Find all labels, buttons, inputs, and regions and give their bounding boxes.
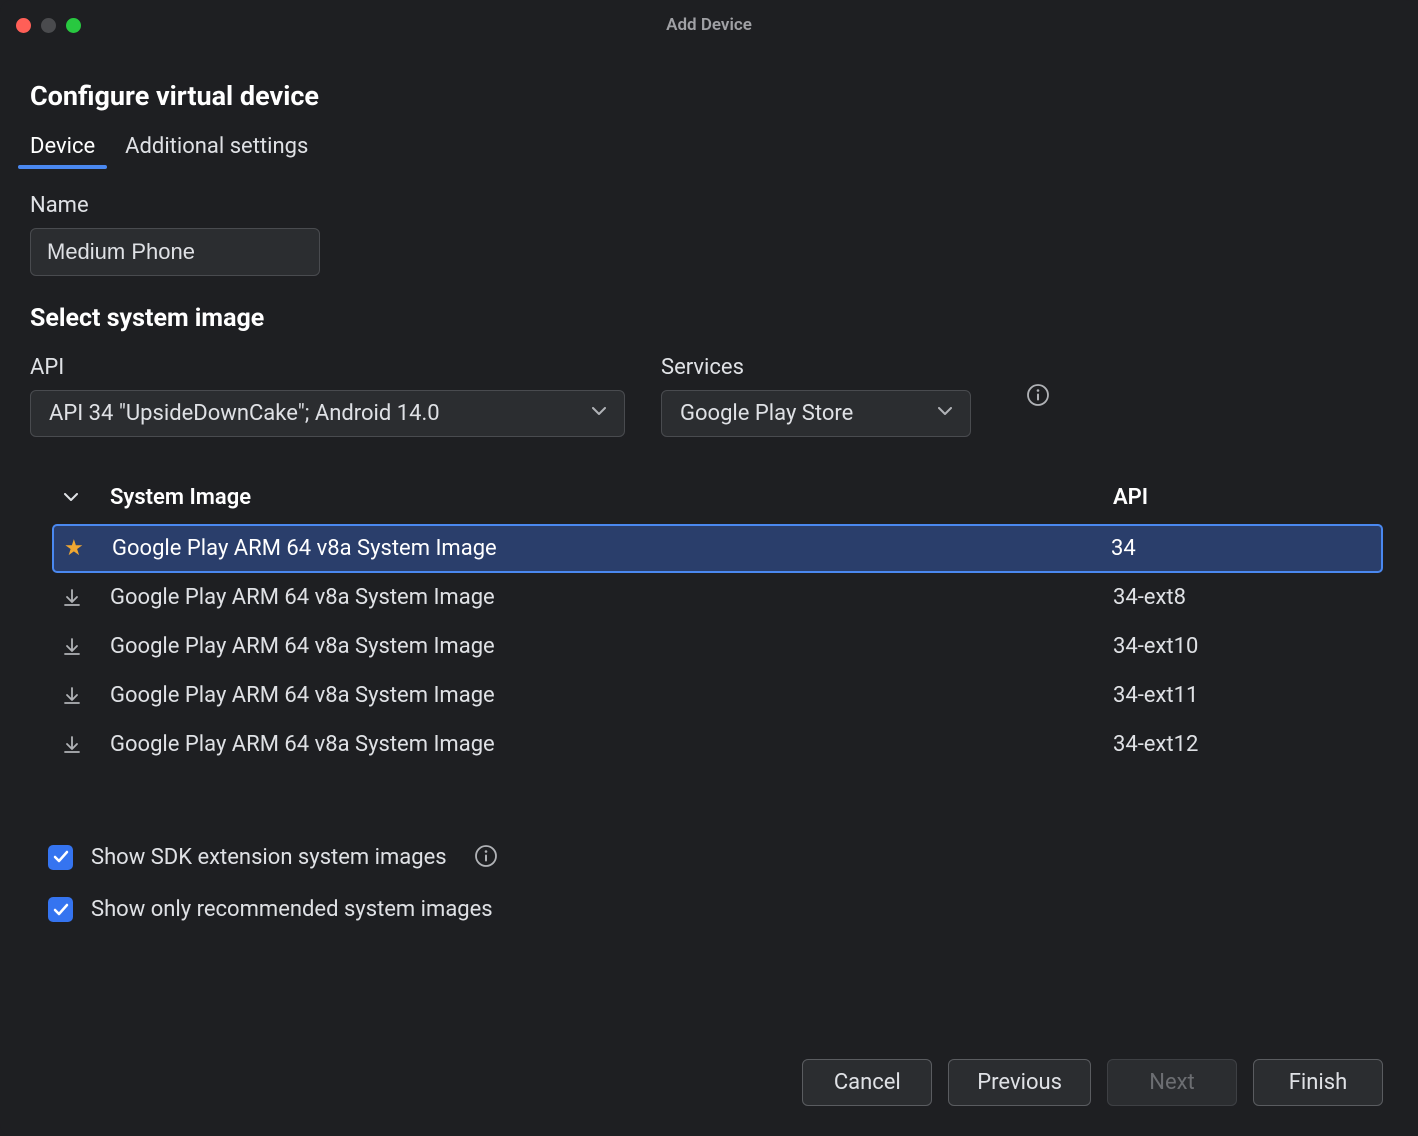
row-name: Google Play ARM 64 v8a System Image bbox=[110, 585, 1113, 610]
table-row[interactable]: Google Play ARM 64 v8a System Image 34-e… bbox=[52, 573, 1383, 622]
row-api: 34-ext10 bbox=[1113, 634, 1373, 659]
column-header-api[interactable]: API bbox=[1113, 485, 1373, 510]
titlebar: Add Device bbox=[0, 0, 1418, 50]
api-label: API bbox=[30, 355, 625, 380]
row-api: 34-ext8 bbox=[1113, 585, 1373, 610]
chevron-down-icon bbox=[592, 407, 606, 421]
select-group: API API 34 "UpsideDownCake"; Android 14.… bbox=[30, 355, 1383, 437]
previous-button[interactable]: Previous bbox=[948, 1059, 1091, 1106]
star-icon: ★ bbox=[64, 536, 84, 561]
row-name: Google Play ARM 64 v8a System Image bbox=[110, 634, 1113, 659]
name-label: Name bbox=[30, 193, 1383, 218]
next-button: Next bbox=[1107, 1059, 1237, 1106]
minimize-window-button[interactable] bbox=[41, 18, 56, 33]
table-row[interactable]: Google Play ARM 64 v8a System Image 34-e… bbox=[52, 671, 1383, 720]
table-header: System Image API bbox=[52, 477, 1383, 524]
table-row[interactable]: ★ Google Play ARM 64 v8a System Image 34 bbox=[52, 524, 1383, 573]
cancel-button[interactable]: Cancel bbox=[802, 1059, 932, 1106]
row-name: Google Play ARM 64 v8a System Image bbox=[110, 732, 1113, 757]
maximize-window-button[interactable] bbox=[66, 18, 81, 33]
system-image-table: System Image API ★ Google Play ARM 64 v8… bbox=[52, 477, 1383, 769]
services-label: Services bbox=[661, 355, 971, 380]
api-select[interactable]: API 34 "UpsideDownCake"; Android 14.0 bbox=[30, 390, 625, 437]
checkbox-label-extension: Show SDK extension system images bbox=[91, 845, 447, 870]
services-select-value: Google Play Store bbox=[680, 401, 853, 426]
tabs: Device Additional settings bbox=[30, 134, 1383, 169]
table-row[interactable]: Google Play ARM 64 v8a System Image 34-e… bbox=[52, 622, 1383, 671]
collapse-icon[interactable] bbox=[62, 489, 80, 507]
finish-button[interactable]: Finish bbox=[1253, 1059, 1383, 1106]
page-title: Configure virtual device bbox=[30, 80, 1383, 112]
checkbox-extension[interactable] bbox=[48, 845, 73, 870]
info-icon[interactable] bbox=[473, 843, 499, 869]
info-icon[interactable] bbox=[1025, 382, 1051, 408]
name-input[interactable] bbox=[30, 228, 320, 276]
download-icon[interactable] bbox=[62, 686, 82, 706]
row-api: 34-ext12 bbox=[1113, 732, 1373, 757]
tab-device[interactable]: Device bbox=[30, 134, 95, 169]
column-header-name[interactable]: System Image bbox=[110, 485, 1113, 510]
checkbox-row-extension: Show SDK extension system images bbox=[48, 843, 1383, 871]
checkbox-recommended[interactable] bbox=[48, 897, 73, 922]
row-name: Google Play ARM 64 v8a System Image bbox=[110, 683, 1113, 708]
table-row[interactable]: Google Play ARM 64 v8a System Image 34-e… bbox=[52, 720, 1383, 769]
download-icon[interactable] bbox=[62, 588, 82, 608]
services-select[interactable]: Google Play Store bbox=[661, 390, 971, 437]
checkbox-label-recommended: Show only recommended system images bbox=[91, 897, 493, 922]
content-area: Configure virtual device Device Addition… bbox=[0, 50, 1418, 1029]
download-icon[interactable] bbox=[62, 735, 82, 755]
close-window-button[interactable] bbox=[16, 18, 31, 33]
window-title: Add Device bbox=[666, 15, 752, 35]
row-name: Google Play ARM 64 v8a System Image bbox=[112, 536, 1111, 561]
traffic-lights bbox=[16, 18, 81, 33]
chevron-down-icon bbox=[938, 407, 952, 421]
footer-buttons: Cancel Previous Next Finish bbox=[0, 1029, 1418, 1136]
row-api: 34 bbox=[1111, 536, 1371, 561]
api-select-value: API 34 "UpsideDownCake"; Android 14.0 bbox=[49, 401, 440, 426]
checkbox-row-recommended: Show only recommended system images bbox=[48, 897, 1383, 922]
tab-additional-settings[interactable]: Additional settings bbox=[125, 134, 308, 169]
download-icon[interactable] bbox=[62, 637, 82, 657]
dialog-window: Add Device Configure virtual device Devi… bbox=[0, 0, 1418, 1136]
row-api: 34-ext11 bbox=[1113, 683, 1373, 708]
checkbox-group: Show SDK extension system images Show on… bbox=[48, 843, 1383, 922]
section-title: Select system image bbox=[30, 304, 1383, 333]
